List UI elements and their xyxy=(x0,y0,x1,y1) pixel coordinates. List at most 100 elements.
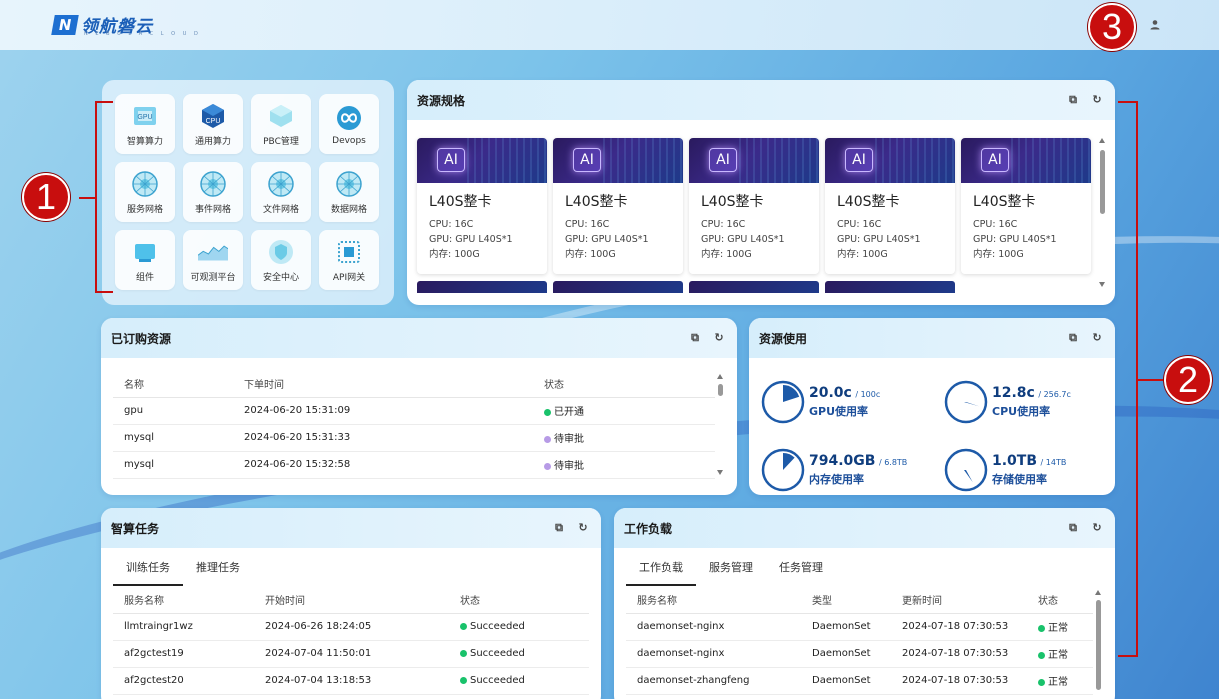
cell-status: 待审批 xyxy=(544,451,715,479)
app-tile[interactable]: 文件网格 xyxy=(251,162,311,222)
scroll-thumb[interactable] xyxy=(718,384,723,396)
tab-inference[interactable]: 推理任务 xyxy=(183,559,253,586)
tab-job-management[interactable]: 任务管理 xyxy=(766,559,836,586)
refresh-icon[interactable]: ↻ xyxy=(1091,94,1103,106)
tab-service-management[interactable]: 服务管理 xyxy=(696,559,766,586)
spec-memory: 内存: 100G xyxy=(973,249,1024,260)
status-dot-icon xyxy=(544,462,551,470)
app-tile[interactable]: 组件 xyxy=(115,230,175,290)
cpu-icon: CPU xyxy=(198,101,228,131)
spec-cpu: CPU: 16C xyxy=(973,219,1018,230)
status-text: 正常 xyxy=(1048,650,1068,661)
status-text: Succeeded xyxy=(470,675,525,686)
spec-title: L40S整卡 xyxy=(701,194,764,210)
scroll-down-icon[interactable] xyxy=(717,470,723,475)
table-row[interactable]: mysql 2024-06-20 15:31:33 待审批 xyxy=(113,424,715,452)
scroll-up-icon[interactable] xyxy=(1099,138,1105,143)
spec-card[interactable]: AI L40S整卡 CPU: 16C GPU: GPU L40S*1 内存: 1… xyxy=(961,138,1091,274)
table-row[interactable]: daemonset-nginx DaemonSet 2024-07-18 07:… xyxy=(626,613,1093,641)
user-icon[interactable] xyxy=(1148,18,1162,32)
table-row[interactable]: gpu 2024-06-20 15:31:09 已开通 xyxy=(113,397,715,425)
table-row[interactable]: daemonset-nginx DaemonSet 2024-07-18 07:… xyxy=(626,640,1093,668)
usage-max: / 256.7c xyxy=(1038,390,1071,399)
cell-time: 2024-06-20 15:31:09 xyxy=(244,397,544,425)
card-header: 资源使用 ⧉ ↻ xyxy=(749,318,1115,358)
table-row[interactable]: af2gctest19 2024-07-04 11:50:01 Succeede… xyxy=(113,640,589,668)
app-label: 可观测平台 xyxy=(190,273,236,283)
open-external-icon[interactable]: ⧉ xyxy=(1067,522,1079,534)
card-title: 工作负载 xyxy=(624,521,673,536)
status-text: 待审批 xyxy=(554,461,584,472)
vertical-scrollbar[interactable] xyxy=(717,374,725,476)
refresh-icon[interactable]: ↻ xyxy=(1091,522,1103,534)
card-header: 资源规格 ⧉ ↻ xyxy=(407,80,1115,120)
annotation-marker-3: 3 xyxy=(1088,3,1136,51)
spec-card[interactable]: AI L40S整卡 CPU: 16C GPU: GPU L40S*1 内存: 1… xyxy=(417,138,547,274)
cell-name: daemonset-zhangfeng xyxy=(626,667,812,695)
usage-max: / 100c xyxy=(855,390,881,399)
open-external-icon[interactable]: ⧉ xyxy=(1067,332,1079,344)
spec-card[interactable]: AI L40S整卡 CPU: 16C GPU: GPU L40S*1 内存: 1… xyxy=(689,138,819,274)
column-header: 服务名称 xyxy=(626,586,812,614)
scroll-up-icon[interactable] xyxy=(1095,590,1101,595)
component-icon xyxy=(130,237,160,267)
cell-name: llmtraingr1wz xyxy=(113,613,265,641)
tab-training[interactable]: 训练任务 xyxy=(113,559,183,586)
scroll-down-icon[interactable] xyxy=(1099,282,1105,287)
app-tile[interactable]: 可观测平台 xyxy=(183,230,243,290)
spec-card[interactable]: AI L40S整卡 CPU: 16C GPU: GPU L40S*1 内存: 1… xyxy=(553,138,683,274)
app-tile[interactable]: API网关 xyxy=(319,230,379,290)
app-tile[interactable]: PBC管理 xyxy=(251,94,311,154)
table-row[interactable]: daemonset-zhangfeng DaemonSet 2024-07-18… xyxy=(626,667,1093,695)
open-external-icon[interactable]: ⧉ xyxy=(689,332,701,344)
column-header: 状态 xyxy=(544,370,715,398)
app-tile[interactable]: 数据网格 xyxy=(319,162,379,222)
table-row[interactable]: mysql 2024-06-20 15:32:58 待审批 xyxy=(113,451,715,479)
tab-workload[interactable]: 工作负载 xyxy=(626,559,696,586)
ai-badge: AI xyxy=(981,148,1009,172)
table-row[interactable]: llmtraingr1wz 2024-06-26 18:24:05 Succee… xyxy=(113,613,589,641)
app-tile[interactable]: CPU 通用算力 xyxy=(183,94,243,154)
scroll-up-icon[interactable] xyxy=(717,374,723,379)
scroll-thumb[interactable] xyxy=(1096,600,1101,690)
refresh-icon[interactable]: ↻ xyxy=(577,522,589,534)
subscribed-table: 名称 下单时间 状态 gpu 2024-06-20 15:31:09 已开通 my… xyxy=(113,370,715,479)
cell-type: DaemonSet xyxy=(812,613,902,641)
cell-name: gpu xyxy=(113,397,244,425)
table-row[interactable]: af2gctest20 2024-07-04 13:18:53 Succeede… xyxy=(113,667,589,695)
ai-badge: AI xyxy=(709,148,737,172)
spec-card-stub xyxy=(825,281,955,293)
app-tile[interactable]: 事件网格 xyxy=(183,162,243,222)
app-tile[interactable]: 服务网格 xyxy=(115,162,175,222)
status-text: 待审批 xyxy=(554,434,584,445)
spec-gpu: GPU: GPU L40S*1 xyxy=(701,234,785,245)
refresh-icon[interactable]: ↻ xyxy=(713,332,725,344)
file-mesh-icon xyxy=(266,169,296,199)
spec-card-stub xyxy=(553,281,683,293)
column-header: 更新时间 xyxy=(902,586,1038,614)
refresh-icon[interactable]: ↻ xyxy=(1091,332,1103,344)
gauge-chart xyxy=(761,448,805,492)
app-tile[interactable]: Devops xyxy=(319,94,379,154)
card-title: 资源使用 xyxy=(759,331,808,346)
brand-subtitle: N E B U L A C L O U D xyxy=(84,31,201,37)
ai-badge: AI xyxy=(573,148,601,172)
vertical-scrollbar[interactable] xyxy=(1095,590,1103,690)
vertical-scrollbar[interactable] xyxy=(1099,138,1107,288)
app-tile[interactable]: 安全中心 xyxy=(251,230,311,290)
app-tile[interactable]: GPU 智算算力 xyxy=(115,94,175,154)
gpu-icon: GPU xyxy=(130,101,160,131)
status-dot-icon xyxy=(460,622,467,630)
spec-title: L40S整卡 xyxy=(837,194,900,210)
spec-row-partial xyxy=(417,281,1105,293)
cell-time: 2024-07-18 07:30:53 xyxy=(902,640,1038,668)
spec-image: AI xyxy=(553,138,683,183)
usage-item: 794.0GB / 6.8TB 内存使用率 xyxy=(761,436,944,495)
open-external-icon[interactable]: ⧉ xyxy=(1067,94,1079,106)
column-header: 名称 xyxy=(113,370,244,398)
scroll-thumb[interactable] xyxy=(1100,150,1105,214)
open-external-icon[interactable]: ⧉ xyxy=(553,522,565,534)
annotation-connector xyxy=(1138,379,1164,381)
usage-label: CPU使用率 xyxy=(992,405,1051,418)
spec-card[interactable]: AI L40S整卡 CPU: 16C GPU: GPU L40S*1 内存: 1… xyxy=(825,138,955,274)
